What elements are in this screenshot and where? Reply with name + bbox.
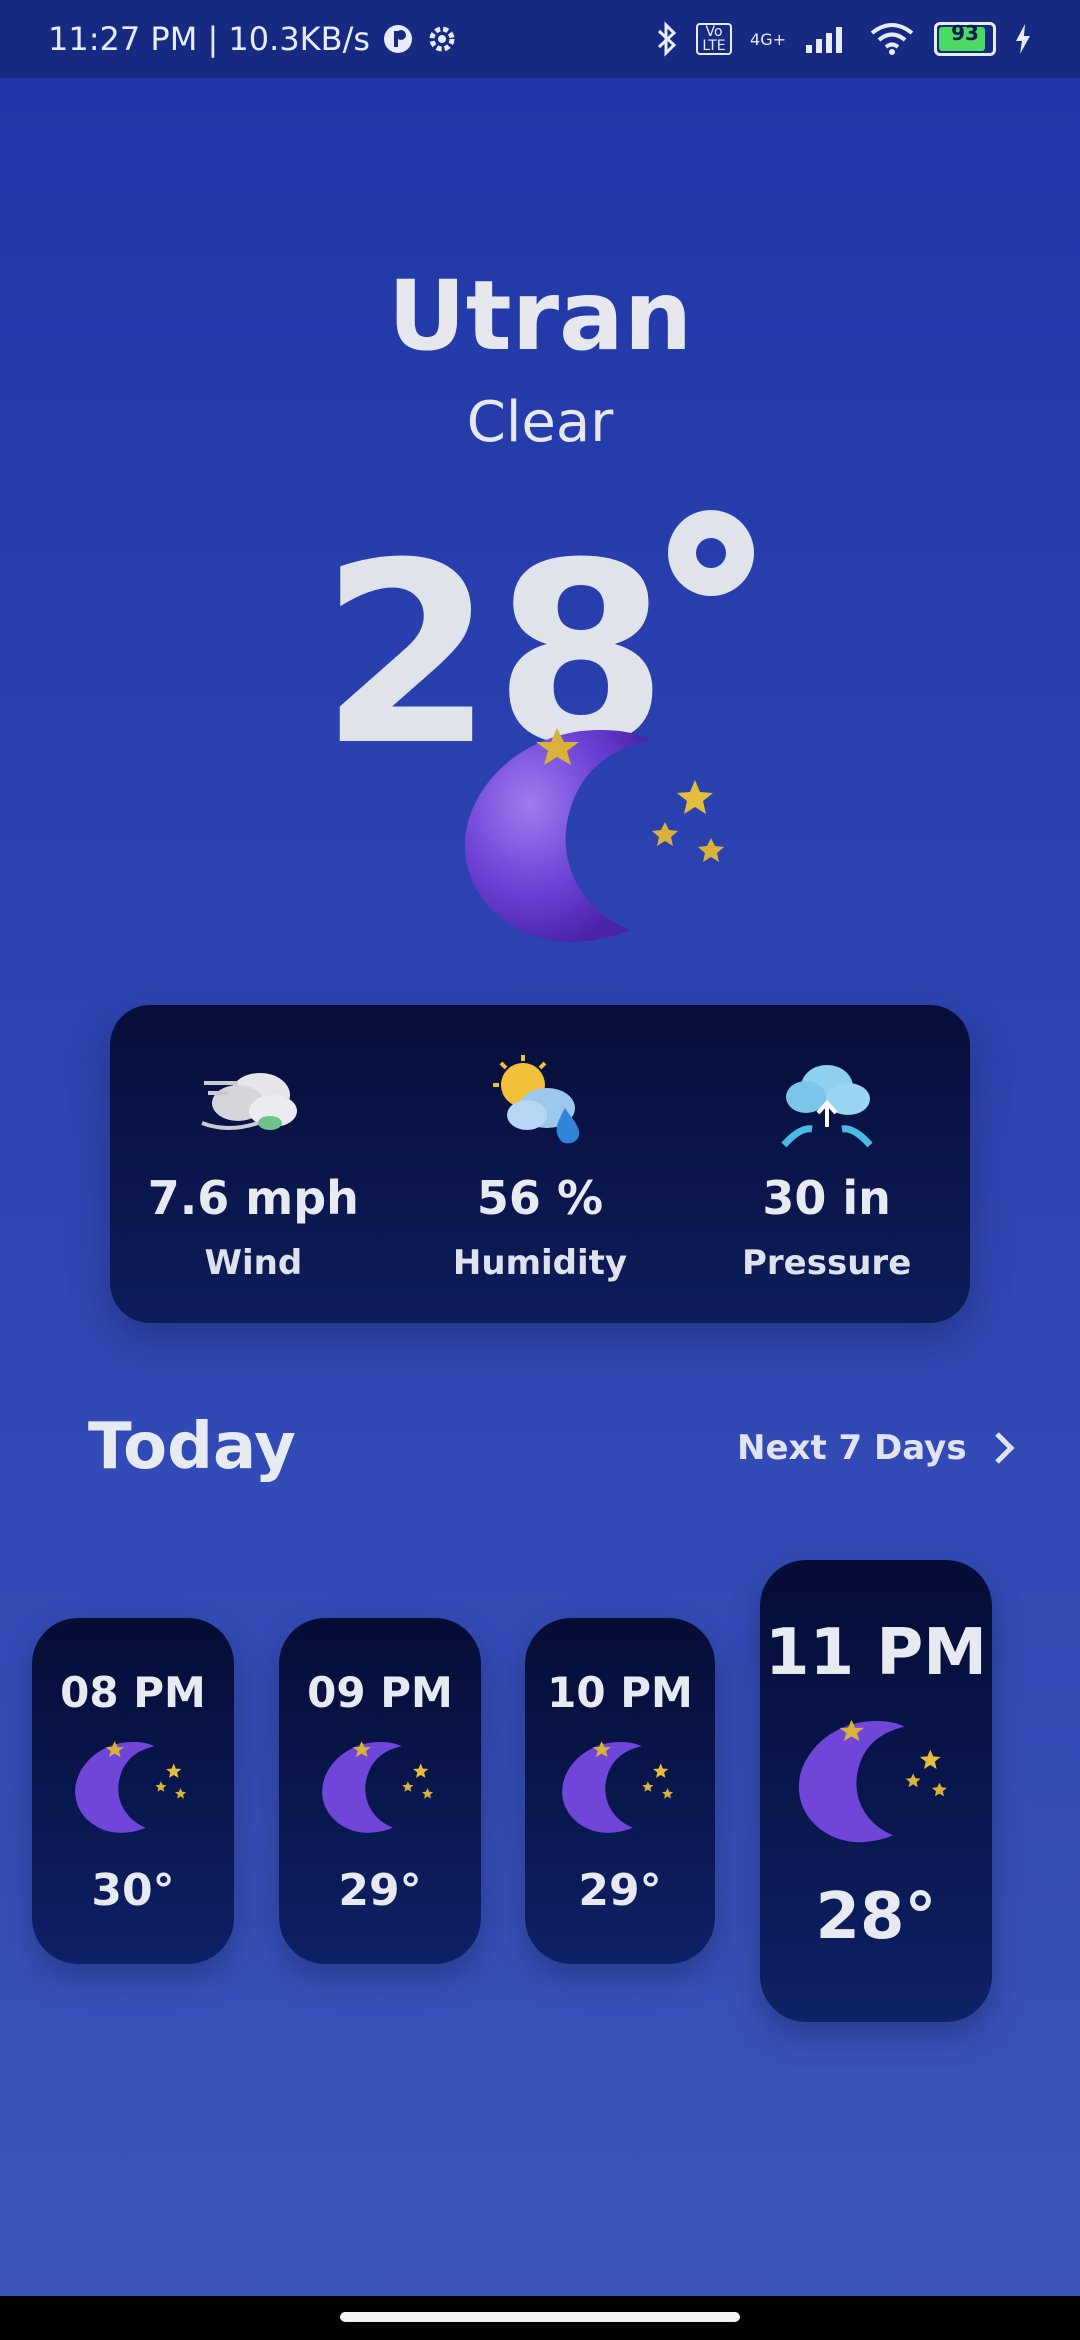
humidity-value: 56 %	[476, 1171, 604, 1225]
humidity-label: Humidity	[452, 1243, 628, 1283]
hour-time: 09 PM	[307, 1668, 453, 1717]
moon-stars-icon	[465, 728, 724, 942]
weather-condition: Clear	[466, 390, 614, 455]
today-title: Today	[88, 1410, 296, 1484]
metric-humidity: 56 % Humidity	[410, 1053, 670, 1283]
pressure-value: 30 in	[762, 1171, 891, 1225]
app-notification-icon	[384, 25, 413, 53]
moon-stars-icon	[75, 1741, 187, 1833]
volte-badge: Vo LTE	[696, 23, 733, 55]
pressure-icon	[781, 1065, 873, 1148]
next-7-days-link[interactable]: Next 7 Days	[737, 1428, 1019, 1468]
moon-stars-icon	[798, 1719, 947, 1843]
metric-wind: 7.6 mph Wind	[123, 1053, 383, 1283]
bluetooth-icon	[657, 21, 677, 57]
hour-time: 11 PM	[765, 1616, 987, 1690]
hour-card[interactable]: 10 PM 29°	[525, 1618, 715, 1964]
weather-screen: 11:27 PM | 10.3KB/s Vo LTE 4G+ 93 Utran …	[0, 0, 1080, 2340]
hour-temp: 28°	[815, 1880, 937, 1954]
wifi-icon	[870, 23, 914, 55]
next-7-days-label[interactable]: Next 7 Days	[737, 1428, 967, 1468]
chevron-right-icon[interactable]	[991, 1428, 1019, 1468]
home-indicator[interactable]	[340, 2312, 740, 2322]
hour-time: 10 PM	[547, 1668, 693, 1717]
hour-temp: 29°	[338, 1865, 422, 1916]
humidity-icon	[492, 1055, 580, 1144]
hour-card[interactable]: 09 PM 29°	[279, 1618, 481, 1964]
charging-icon	[1016, 24, 1030, 54]
wind-cloud-icon	[201, 1073, 298, 1130]
status-bar: 11:27 PM | 10.3KB/s Vo LTE 4G+ 93	[0, 0, 1080, 78]
settings-icon	[429, 26, 455, 52]
metric-pressure: 30 in Pressure	[697, 1053, 957, 1283]
moon-stars-icon	[562, 1741, 674, 1833]
wind-label: Wind	[204, 1243, 303, 1283]
hour-card[interactable]: 08 PM 30°	[32, 1618, 234, 1964]
weather-details-card: 7.6 mph Wind 56 % Humidity 30 in Pressur…	[110, 1005, 970, 1323]
battery-level: 93	[951, 21, 979, 45]
hour-temp: 29°	[578, 1865, 662, 1916]
status-time: 11:27 PM | 10.3KB/s	[48, 20, 371, 58]
hour-card-selected[interactable]: 11 PM 28°	[760, 1560, 992, 2022]
pressure-label: Pressure	[742, 1243, 912, 1283]
status-left: 11:27 PM | 10.3KB/s	[48, 20, 458, 58]
city-name: Utran	[387, 260, 693, 372]
moon-stars-icon	[322, 1741, 434, 1833]
hour-temp: 30°	[91, 1865, 175, 1916]
wind-value: 7.6 mph	[147, 1171, 359, 1225]
signal-icon	[806, 27, 842, 53]
battery-icon: 93	[934, 21, 996, 56]
hour-time: 08 PM	[60, 1668, 206, 1717]
network-type: 4G+	[750, 29, 786, 49]
degree-symbol	[668, 510, 754, 596]
status-right: Vo LTE 4G+ 93	[656, 21, 1032, 57]
